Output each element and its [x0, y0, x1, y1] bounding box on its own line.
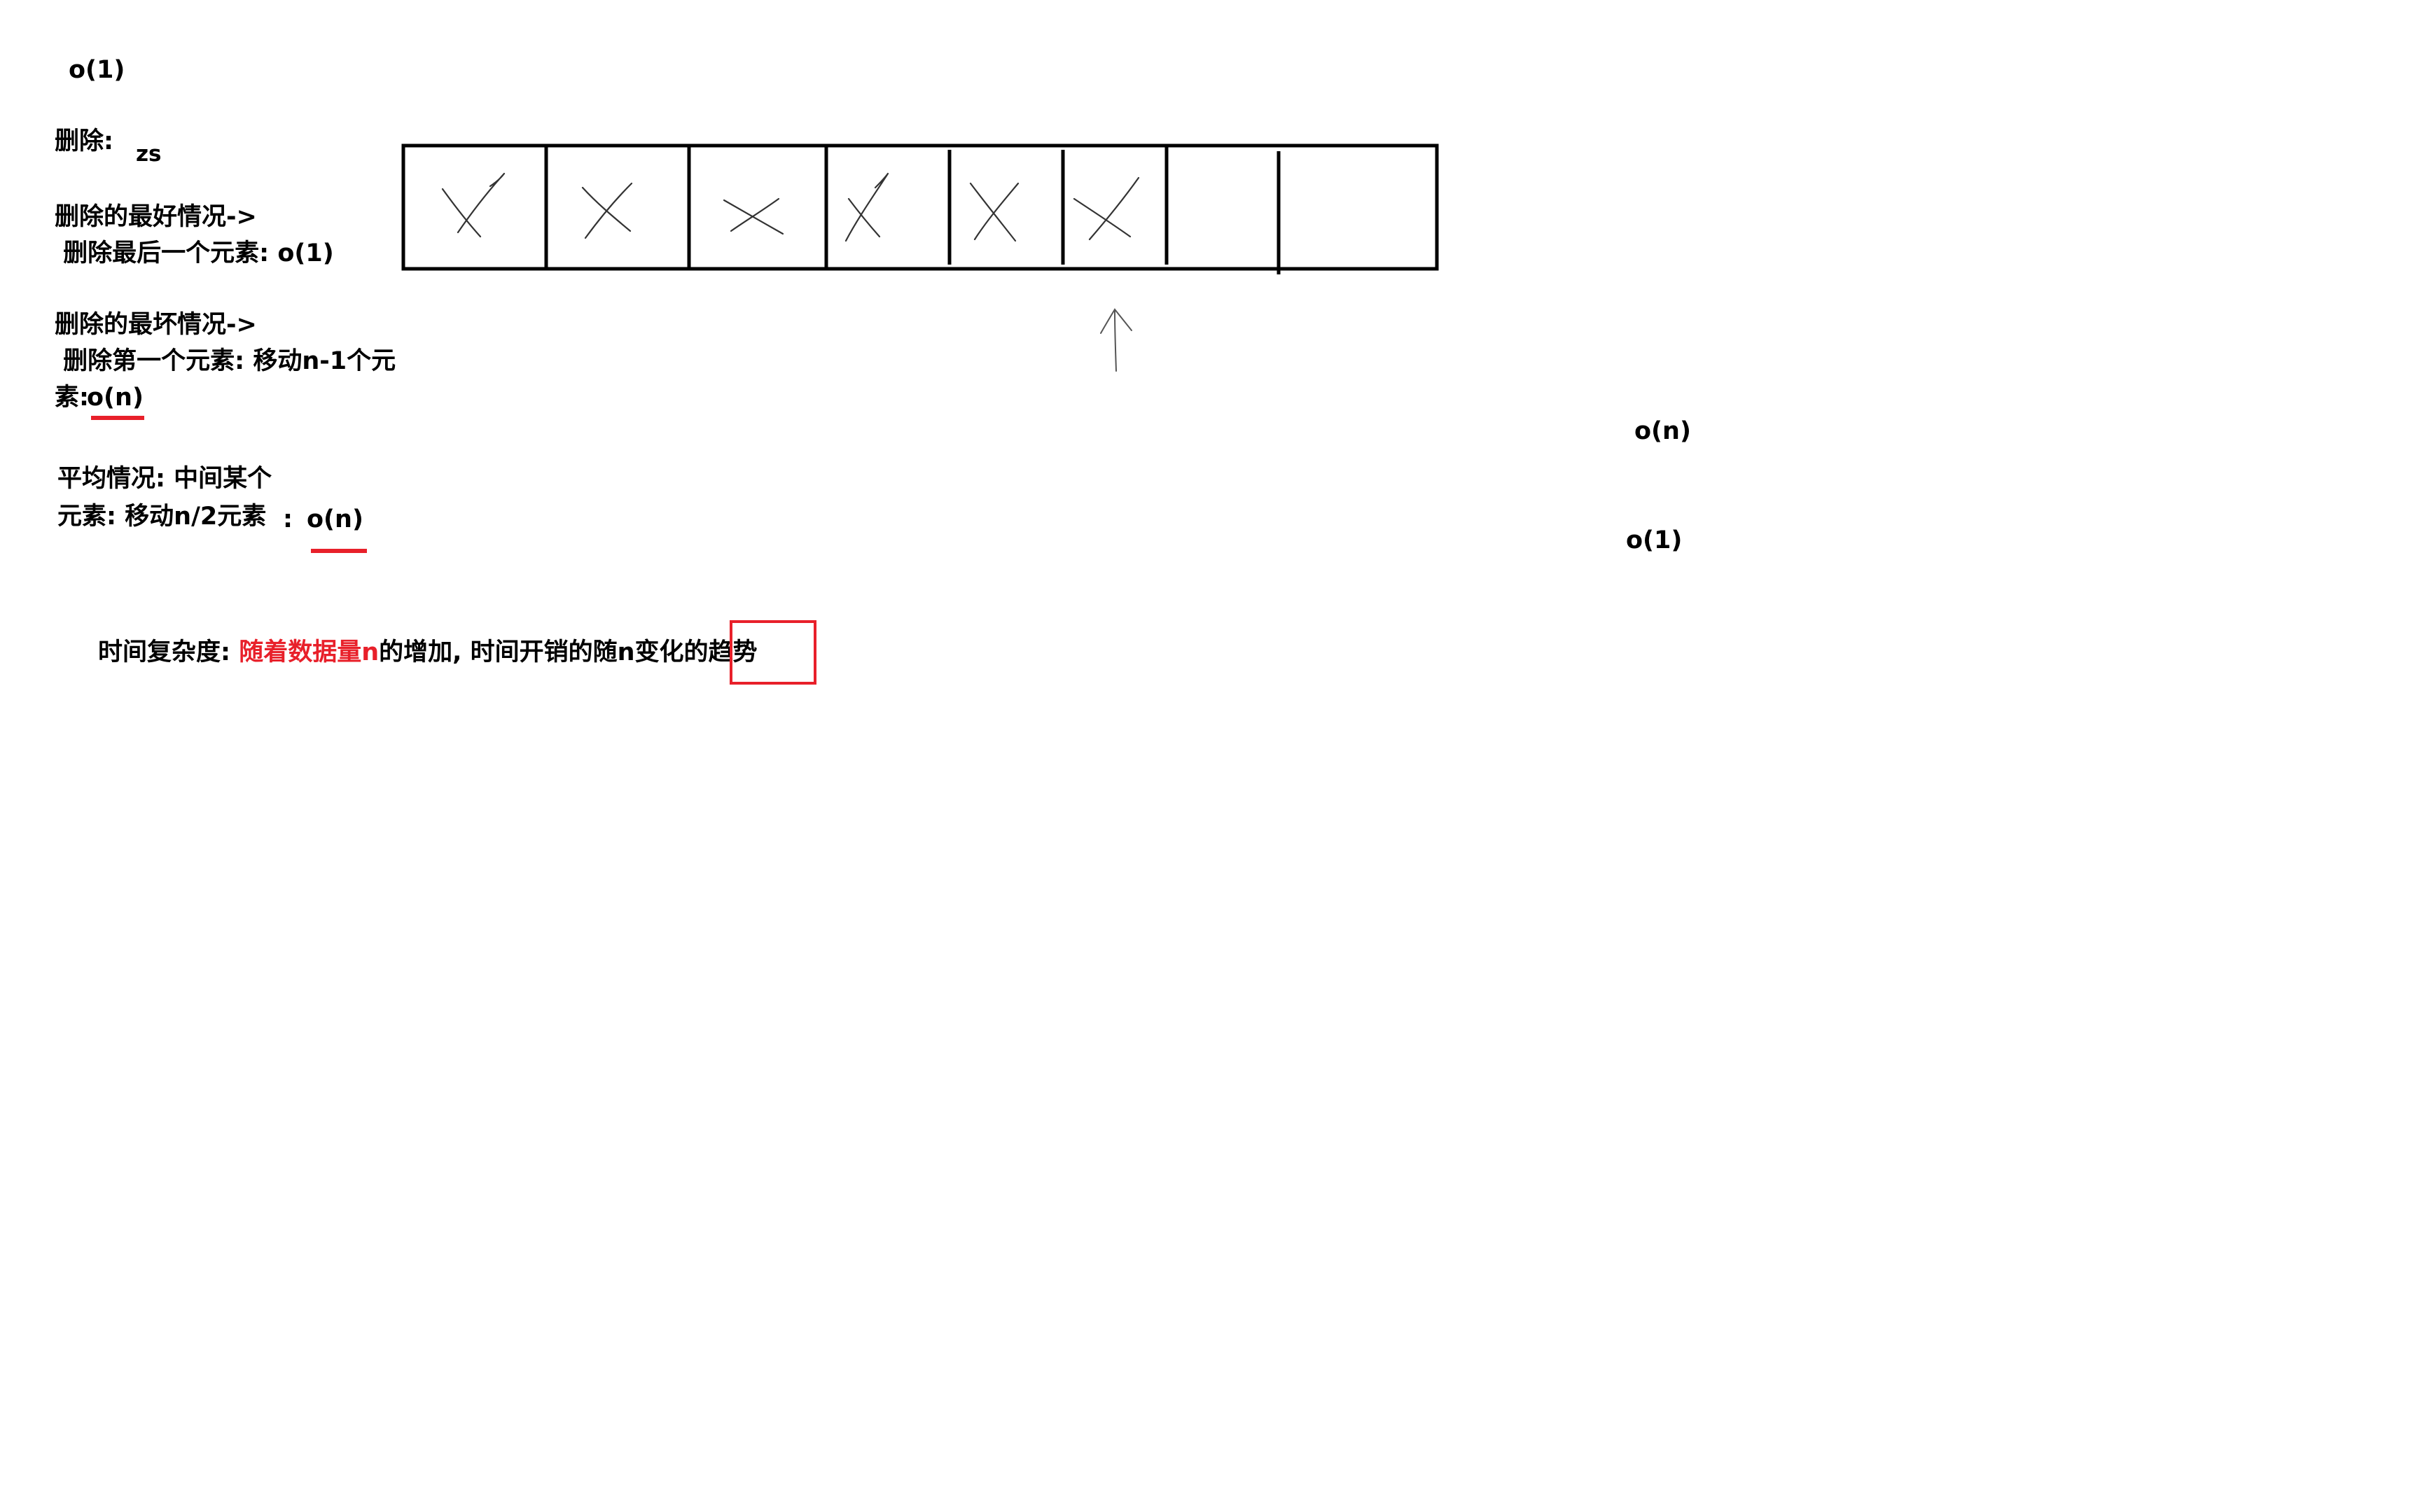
up-arrow-shaft [1114, 310, 1117, 372]
cross-mark [844, 172, 889, 242]
cross-mark [1073, 176, 1140, 241]
up-arrow-head [1100, 308, 1132, 334]
cross-mark [723, 197, 784, 235]
cross-mark [969, 182, 1020, 242]
array-frame [401, 144, 1439, 271]
cross-mark [441, 172, 506, 238]
cross-mark [581, 182, 633, 239]
whiteboard-canvas: o(1) 删除: zs 删除的最好情况-> 删除最后一个元素: o(1) 删除的… [0, 0, 2420, 1512]
array-diagram [401, 144, 1439, 372]
